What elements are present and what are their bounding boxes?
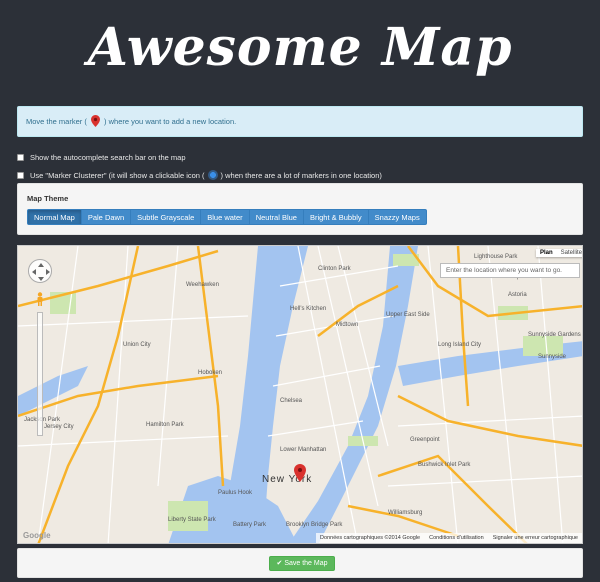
street-view-pegman-icon[interactable] <box>35 292 45 306</box>
map-canvas[interactable]: Lighthouse Park Socrates Sculpture Park … <box>17 245 583 544</box>
svg-text:Union City: Union City <box>123 342 151 348</box>
option-clusterer[interactable]: Use "Marker Clusterer" (it will show a c… <box>17 166 382 184</box>
theme-pale-dawn-button[interactable]: Pale Dawn <box>81 209 132 225</box>
svg-text:Sunnyside: Sunnyside <box>538 354 567 360</box>
options-list: Show the autocomplete search bar on the … <box>17 148 382 184</box>
map-tiles[interactable]: Lighthouse Park Socrates Sculpture Park … <box>18 246 583 544</box>
alert-text-after: ) where you want to add a new location. <box>104 117 237 126</box>
map-footer: Données cartographiques ©2014 Google Con… <box>316 533 582 543</box>
svg-text:Battery Park: Battery Park <box>233 522 267 528</box>
autocomplete-checkbox[interactable] <box>17 153 24 161</box>
pan-control-icon[interactable] <box>28 259 52 283</box>
theme-button-group: Normal Map Pale Dawn Subtle Grayscale Bl… <box>27 209 427 225</box>
svg-text:Hell's Kitchen: Hell's Kitchen <box>290 306 326 312</box>
svg-text:Long Island City: Long Island City <box>438 342 481 348</box>
map-data-credit: Données cartographiques ©2014 Google <box>320 535 421 541</box>
clusterer-checkbox[interactable] <box>17 171 24 179</box>
cluster-icon <box>207 170 218 180</box>
map-type-plan-button[interactable]: Plan <box>536 249 557 257</box>
map-theme-label: Map Theme <box>27 194 69 203</box>
map-type-satellite-button[interactable]: Satellite <box>557 249 582 257</box>
theme-blue-water-button[interactable]: Blue water <box>201 209 250 225</box>
svg-text:Liberty State Park: Liberty State Park <box>168 517 217 523</box>
svg-text:Greenpoint: Greenpoint <box>410 437 440 443</box>
save-map-button[interactable]: ✔ Save the Map <box>269 556 335 571</box>
svg-text:Upper East Side: Upper East Side <box>386 312 430 318</box>
svg-text:Bushwick Inlet Park: Bushwick Inlet Park <box>418 462 471 468</box>
svg-text:Clinton Park: Clinton Park <box>318 266 352 272</box>
theme-snazzy-maps-button[interactable]: Snazzy Maps <box>368 209 427 225</box>
alert-text-before: Move the marker ( <box>26 117 87 126</box>
svg-text:Williamsburg: Williamsburg <box>388 510 422 516</box>
option-label: Show the autocomplete search bar on the … <box>30 152 186 162</box>
info-alert: Move the marker ( ) where you want to ad… <box>17 106 583 137</box>
google-logo: Google <box>23 531 51 540</box>
theme-normal-map-button[interactable]: Normal Map <box>27 209 82 225</box>
theme-neutral-blue-button[interactable]: Neutral Blue <box>249 209 304 225</box>
theme-subtle-grayscale-button[interactable]: Subtle Grayscale <box>131 209 202 225</box>
map-marker-icon <box>90 115 100 127</box>
save-panel: ✔ Save the Map <box>17 548 583 578</box>
theme-bright-bubbly-button[interactable]: Bright & Bubbly <box>303 209 369 225</box>
svg-text:Jersey City: Jersey City <box>44 424 74 430</box>
svg-text:Lower Manhattan: Lower Manhattan <box>280 447 326 453</box>
svg-text:Astoria: Astoria <box>508 292 527 298</box>
map-terms-link[interactable]: Conditions d'utilisation <box>429 533 484 543</box>
option-label-before: Use "Marker Clusterer" (it will show a c… <box>30 170 205 180</box>
location-marker-icon[interactable] <box>294 464 306 482</box>
svg-text:Lighthouse Park: Lighthouse Park <box>474 254 518 260</box>
option-autocomplete[interactable]: Show the autocomplete search bar on the … <box>17 148 382 166</box>
page-title: Awesome Map <box>87 17 513 78</box>
checkmark-icon: ✔ <box>276 560 283 567</box>
svg-text:Hoboken: Hoboken <box>198 370 222 376</box>
map-type-control: Plan Satellite <box>536 249 582 257</box>
svg-text:Paulus Hook: Paulus Hook <box>218 490 253 496</box>
map-search-input[interactable]: Enter the location where you want to go. <box>440 263 580 278</box>
save-map-label: Save the Map <box>284 560 328 567</box>
svg-text:Midtown: Midtown <box>336 322 358 328</box>
option-label-after: ) when there are a lot of markers in one… <box>220 170 382 180</box>
svg-text:Brooklyn Bridge Park: Brooklyn Bridge Park <box>286 522 343 528</box>
map-report-error-link[interactable]: Signaler une erreur cartographique <box>493 533 578 543</box>
svg-text:Sunnyside Gardens: Sunnyside Gardens <box>528 332 581 338</box>
zoom-slider[interactable] <box>37 312 43 436</box>
svg-text:Hamilton Park: Hamilton Park <box>146 422 185 428</box>
svg-text:Weehawken: Weehawken <box>186 282 219 288</box>
map-theme-panel: Map Theme Normal Map Pale Dawn Subtle Gr… <box>17 183 583 235</box>
svg-text:Chelsea: Chelsea <box>280 398 303 404</box>
